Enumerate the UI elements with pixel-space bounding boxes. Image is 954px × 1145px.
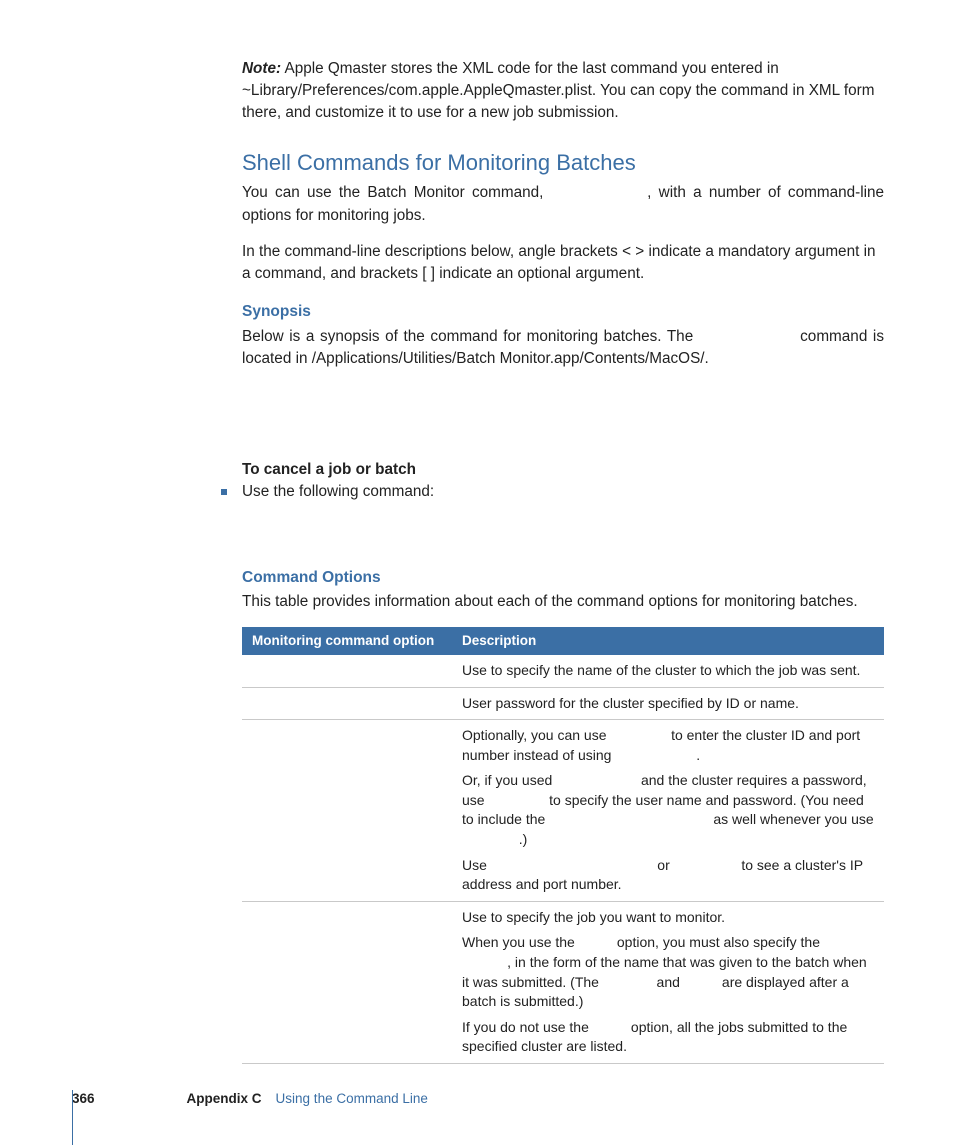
cancel-title: To cancel a job or batch: [242, 459, 884, 481]
note-paragraph: Note: Apple Qmaster stores the XML code …: [242, 58, 884, 125]
table-header-description: Description: [452, 627, 884, 655]
desc-text: If you do not use the -jobid option, all…: [462, 1018, 874, 1057]
page-number: 366: [72, 1089, 95, 1109]
chapter-title: Using the Command Line: [276, 1089, 428, 1109]
synopsis-body: Below is a synopsis of the command for m…: [242, 326, 884, 370]
options-table: Monitoring command option Description -c…: [242, 627, 884, 1064]
desc-text: When you use the -jobid option, you must…: [462, 933, 874, 1011]
option-code: -clustername <name>: [252, 662, 388, 678]
synopsis-heading: Synopsis: [242, 301, 884, 323]
p1a: You can use the Batch Monitor command,: [242, 184, 551, 201]
footer-rule: [72, 1090, 73, 1145]
bullet-icon: [221, 489, 227, 495]
inline-code: Batch Monitor: [551, 184, 648, 201]
intro-paragraph-2: In the command-line descriptions below, …: [242, 241, 884, 285]
page-footer: 366 Appendix C Using the Command Line: [72, 1089, 428, 1109]
bullet-item: Use the following command:: [221, 481, 884, 503]
options-intro: This table provides information about ea…: [242, 591, 884, 613]
option-code: -jobid <identifier> -batchid <identifier…: [252, 909, 413, 945]
note-label: Note:: [242, 60, 281, 77]
option-code: -clusterid <user name:password@IP addres…: [252, 727, 389, 782]
appendix-label: Appendix C: [187, 1089, 262, 1109]
bullet-text: Use the following command:: [242, 481, 434, 503]
intro-paragraph-1: You can use the Batch Monitor command, B…: [242, 182, 884, 226]
inline-code: Batch Monitor: [699, 328, 795, 345]
note-body: Apple Qmaster stores the XML code for th…: [242, 60, 874, 121]
cancel-codeblock: Batch Monitor [-clustername <name>] [-cl…: [242, 511, 884, 549]
table-header-option: Monitoring command option: [242, 627, 452, 655]
desc-text: Use Compressor -show cluster or -cluster…: [462, 856, 874, 895]
options-heading: Command Options: [242, 567, 884, 589]
synopsis-codeblock: Batch Monitor [-clustername <name>] [-cl…: [242, 384, 884, 441]
desc-text: Use to specify the name of the cluster t…: [462, 661, 874, 681]
desc-text: Or, if you used -clustername and the clu…: [462, 771, 874, 849]
table-row: -clustername <name> Use to specify the n…: [242, 655, 884, 687]
page-content: Note: Apple Qmaster stores the XML code …: [242, 58, 884, 1064]
table-row: -password <password> User password for t…: [242, 687, 884, 720]
table-row: -clusterid <user name:password@IP addres…: [242, 720, 884, 902]
table-row: -jobid <identifier> -batchid <identifier…: [242, 901, 884, 1063]
desc-text: Optionally, you can use -clusterid to en…: [462, 726, 874, 765]
section-heading: Shell Commands for Monitoring Batches: [242, 147, 884, 179]
desc-text: User password for the cluster specified …: [462, 694, 874, 714]
option-code: -password <password>: [252, 695, 397, 711]
desc-text: Use to specify the job you want to monit…: [462, 908, 874, 928]
